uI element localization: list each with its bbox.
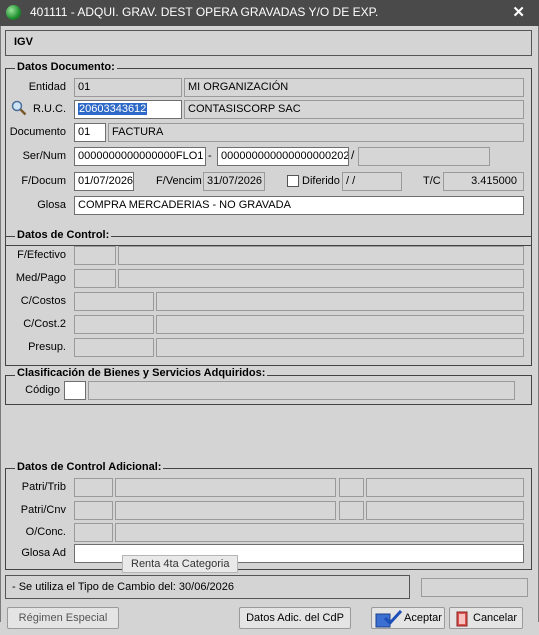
entidad-label: Entidad: [28, 81, 66, 93]
dialog-body: IGV Datos Documento: Entidad 01 MI ORGAN…: [0, 26, 539, 629]
datos-control-legend: Datos de Control:: [15, 229, 112, 241]
codigo-label: Código: [25, 384, 60, 396]
patricnv-desc2-field: [366, 501, 524, 520]
window-title: 401111 - ADQUI. GRAV. DEST OPERA GRAVADA…: [30, 5, 379, 19]
entidad-code-field[interactable]: 01: [74, 78, 182, 97]
codigo-input[interactable]: [64, 381, 86, 400]
aceptar-button[interactable]: Aceptar: [371, 607, 445, 629]
clasificacion-legend: Clasificación de Bienes y Servicios Adqu…: [15, 367, 268, 379]
patritrib-label: Patri/Trib: [21, 481, 66, 493]
presup-code-field[interactable]: [74, 338, 154, 357]
ruc-selected-text: 20603343612: [78, 103, 148, 115]
presup-desc-field: [156, 338, 524, 357]
glosa-label: Glosa: [37, 199, 66, 211]
status-panel: - Se utiliza el Tipo de Cambio del: 30/0…: [5, 575, 410, 599]
serie-input[interactable]: 0000000000000000FLO1: [74, 147, 206, 166]
diferido-date-field[interactable]: / /: [342, 172, 402, 191]
status-extra-field: [421, 578, 528, 597]
fefectivo-code-field[interactable]: [74, 246, 116, 265]
ccost2-label: C/Cost.2: [23, 318, 66, 330]
title-bar: 401111 - ADQUI. GRAV. DEST OPERA GRAVADA…: [0, 0, 539, 26]
fdocum-label: F/Docum: [21, 175, 66, 187]
entidad-name-field: MI ORGANIZACIÓN: [184, 78, 524, 97]
diferido-label: Diferido: [302, 175, 340, 187]
cancelar-button[interactable]: Cancelar: [449, 607, 523, 629]
cancel-door-icon: [454, 611, 470, 627]
ccostos-label: C/Costos: [20, 295, 66, 307]
ruc-name-field: CONTASISCORP SAC: [184, 100, 524, 119]
ccostos-desc-field: [156, 292, 524, 311]
fdocum-input[interactable]: 01/07/2026: [74, 172, 134, 191]
fvencim-label: F/Vencim: [156, 175, 202, 187]
ruc-input[interactable]: 20603343612: [74, 100, 182, 119]
medpago-desc-field: [118, 269, 524, 288]
status-message: - Se utiliza el Tipo de Cambio del: 30/0…: [12, 581, 234, 593]
accept-check-icon: [375, 609, 403, 628]
glosaad-label: Glosa Ad: [21, 547, 66, 559]
patritrib-desc2-field: [366, 478, 524, 497]
serie-dash: -: [208, 150, 212, 162]
datos-adic-cdp-button[interactable]: Datos Adic. del CdP: [239, 607, 351, 629]
header-label: IGV: [14, 36, 33, 48]
documento-code-input[interactable]: 01: [74, 123, 106, 142]
aceptar-label: Aceptar: [404, 612, 442, 624]
tc-label: T/C: [423, 175, 441, 187]
patritrib-desc-field: [115, 478, 336, 497]
numero-slash: /: [351, 148, 355, 162]
renta-tooltip: Renta 4ta Categoria: [122, 555, 239, 573]
codigo-desc-field: [88, 381, 515, 400]
tc-field[interactable]: 3.415000: [443, 172, 524, 191]
medpago-code-field[interactable]: [74, 269, 116, 288]
oconc-label: O/Conc.: [25, 526, 66, 538]
sernum-label: Ser/Num: [22, 150, 66, 162]
control-adicional-legend: Datos de Control Adicional:: [15, 461, 164, 473]
ccostos-code-field[interactable]: [74, 292, 154, 311]
patritrib-code-field[interactable]: [74, 478, 113, 497]
documento-name-field: FACTURA: [108, 123, 524, 142]
header-panel: IGV: [5, 30, 532, 56]
presup-label: Presup.: [28, 341, 66, 353]
ccost2-code-field[interactable]: [74, 315, 154, 334]
medpago-label: Med/Pago: [15, 272, 66, 284]
ruc-label: R.U.C.: [33, 103, 66, 115]
oconc-code-field[interactable]: [74, 523, 113, 542]
patricnv-code2-field[interactable]: [339, 501, 364, 520]
close-icon[interactable]: ✕: [512, 3, 525, 21]
datos-documento-legend: Datos Documento:: [15, 61, 117, 73]
fefectivo-desc-field: [118, 246, 524, 265]
fefectivo-label: F/Efectivo: [17, 249, 66, 261]
documento-label: Documento: [9, 126, 66, 138]
cancelar-label: Cancelar: [473, 612, 518, 624]
diferido-checkbox[interactable]: [287, 175, 299, 187]
app-logo-icon: [6, 5, 21, 20]
fvencim-field[interactable]: 31/07/2026: [203, 172, 265, 191]
numero-input[interactable]: 000000000000000000202: [217, 147, 349, 166]
regimen-especial-button[interactable]: Régimen Especial: [7, 607, 119, 629]
ccost2-desc-field: [156, 315, 524, 334]
patricnv-label: Patri/Cnv: [20, 504, 66, 516]
oconc-desc-field: [115, 523, 524, 542]
sernum-extra-field[interactable]: [358, 147, 490, 166]
glosa-input[interactable]: COMPRA MERCADERIAS - NO GRAVADA: [74, 196, 524, 215]
patricnv-desc-field: [115, 501, 336, 520]
patritrib-code2-field[interactable]: [339, 478, 364, 497]
patricnv-code-field[interactable]: [74, 501, 113, 520]
